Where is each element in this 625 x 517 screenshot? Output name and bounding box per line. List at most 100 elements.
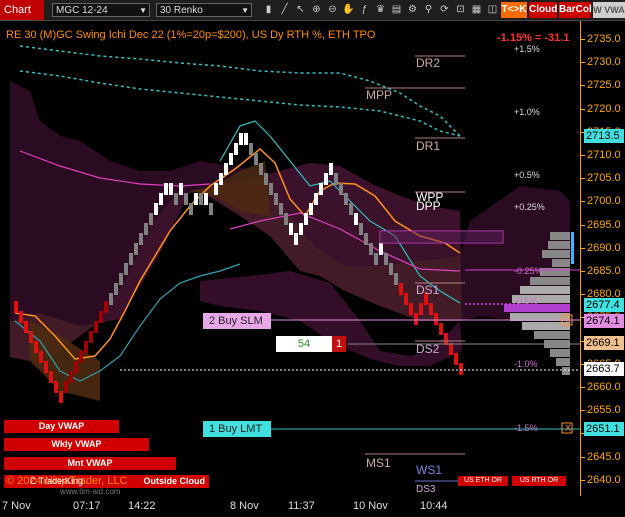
close-order-icon[interactable]: X [563, 423, 573, 433]
chart-tab[interactable]: Chart [0, 0, 44, 20]
bar-type-selector[interactable]: 30 Renko ▼ [156, 3, 252, 17]
level-mpp: MPP [366, 88, 393, 102]
watermark-url: www.tim-aid.com [60, 487, 121, 496]
renko-brick [399, 283, 403, 295]
templates-icon[interactable]: ▤ [390, 3, 403, 17]
order-quantity-tag[interactable]: 1 [332, 336, 346, 352]
renko-brick [229, 153, 233, 165]
renko-brick [104, 301, 108, 313]
pct-level-minus-0-5: -0.5% [514, 296, 538, 306]
price-marker-label: 2713.5 [584, 129, 624, 143]
zoom-out-icon[interactable]: ⊖ [326, 3, 339, 17]
price-tick-mark [581, 479, 585, 481]
renko-brick [24, 321, 28, 333]
renko-brick [164, 183, 168, 195]
renko-brick [174, 193, 178, 205]
level-dr1: DR1 [416, 139, 441, 153]
renko-brick [169, 183, 173, 195]
renko-brick [409, 303, 413, 315]
pct-level-minus-1-0: -1.0% [514, 359, 538, 369]
vwap-toggle[interactable]: W VWA [593, 2, 625, 18]
sync-icon[interactable]: ⟳ [438, 3, 451, 17]
price-tick-mark [581, 155, 585, 156]
tpo-profile-bar [530, 277, 570, 285]
chevron-down-icon: ▼ [241, 6, 249, 15]
renko-brick [64, 381, 68, 393]
lock-icon[interactable]: ⊡ [454, 3, 467, 17]
renko-brick [284, 213, 288, 225]
zoom-in-icon[interactable]: ⊕ [310, 3, 323, 17]
renko-brick [54, 381, 58, 393]
renko-brick [434, 313, 438, 325]
renko-brick [289, 223, 293, 235]
renko-brick [84, 341, 88, 353]
bar-type-value: 30 Renko [160, 5, 203, 16]
vwap-monthly-bar: Mnt VWAP [4, 457, 176, 470]
renko-brick [219, 173, 223, 185]
renko-brick [69, 371, 73, 383]
time-tick-label: 11:37 [288, 500, 315, 512]
renko-brick [179, 183, 183, 195]
renko-brick [264, 173, 268, 185]
renko-brick [209, 203, 213, 215]
price-tick-mark [581, 178, 585, 180]
renko-brick [389, 263, 393, 275]
time-tick-label: 14:22 [128, 500, 156, 512]
window-icon[interactable]: ◫ [486, 3, 499, 17]
order-buy-slm[interactable]: 2 Buy SLM [203, 313, 271, 329]
price-marker-label: 2674.1 [584, 314, 624, 328]
renko-brick [89, 331, 93, 343]
order-buy-lmt[interactable]: 1 Buy LMT [203, 421, 271, 437]
price-marker-label: 2669.1 [584, 336, 624, 350]
draw-line-icon[interactable]: ╱ [278, 3, 291, 17]
renko-brick [134, 243, 138, 255]
price-tick-label: 2645.0 [587, 450, 621, 463]
renko-brick [404, 293, 408, 305]
renko-brick [199, 193, 203, 205]
tk-toggle[interactable]: T<>K [501, 2, 527, 18]
strategies-icon[interactable]: ♛ [374, 3, 387, 17]
price-tick-mark [581, 410, 585, 412]
renko-brick [304, 213, 308, 225]
snapshot-icon[interactable]: ▦ [470, 3, 483, 17]
close-order-icon[interactable]: X [563, 315, 573, 325]
renko-brick [49, 371, 53, 383]
pct-level-minus-0-25: -0.25% [514, 266, 543, 276]
level-ds3: DS3 [416, 484, 436, 495]
renko-brick [299, 223, 303, 235]
renko-brick [329, 163, 333, 175]
instrument-selector[interactable]: MGC 12-24 ▼ [52, 3, 150, 17]
bar-style-icon[interactable]: ▮ [262, 3, 275, 17]
us-rth-or-tag: US RTH OR [512, 476, 566, 486]
chart-title: RE 30 (M)GC Swing Ichi Dec 22 (1%=20p=$2… [6, 29, 376, 41]
indicators-icon[interactable]: ƒ [358, 3, 371, 17]
renko-brick [339, 183, 343, 195]
renko-brick [354, 213, 358, 225]
renko-brick [359, 223, 363, 235]
renko-brick [344, 193, 348, 205]
price-tick-mark [581, 62, 585, 64]
price-tick-mark [581, 387, 585, 388]
tpo-profile-bar [542, 250, 570, 258]
time-axis[interactable]: 7 Nov 07:17 14:22 8 Nov 11:37 10 Nov 10:44 [0, 496, 580, 517]
pointer-icon[interactable]: ↖ [294, 3, 307, 17]
hand-icon[interactable]: ✋ [342, 3, 355, 17]
cloud-toggle[interactable]: Cloud [529, 2, 557, 18]
properties-icon[interactable]: ⚙ [406, 3, 419, 17]
order-quantity[interactable]: 54 [276, 336, 332, 352]
renko-brick [449, 343, 453, 355]
barcol-toggle[interactable]: BarCol [559, 2, 592, 18]
renko-brick [259, 163, 263, 175]
price-tick-mark [581, 224, 585, 226]
renko-brick [44, 361, 48, 373]
tpo-profile-bar [520, 286, 570, 294]
price-tick-mark [581, 85, 585, 87]
renko-brick [274, 193, 278, 205]
renko-brick [214, 183, 218, 195]
link-icon[interactable]: ⚲ [422, 3, 435, 17]
instrument-value: MGC 12-24 [56, 5, 108, 16]
renko-brick [184, 193, 188, 205]
level-ws1: WS1 [416, 463, 443, 477]
price-tick-label: 2695.0 [587, 218, 621, 231]
renko-brick [384, 253, 388, 265]
